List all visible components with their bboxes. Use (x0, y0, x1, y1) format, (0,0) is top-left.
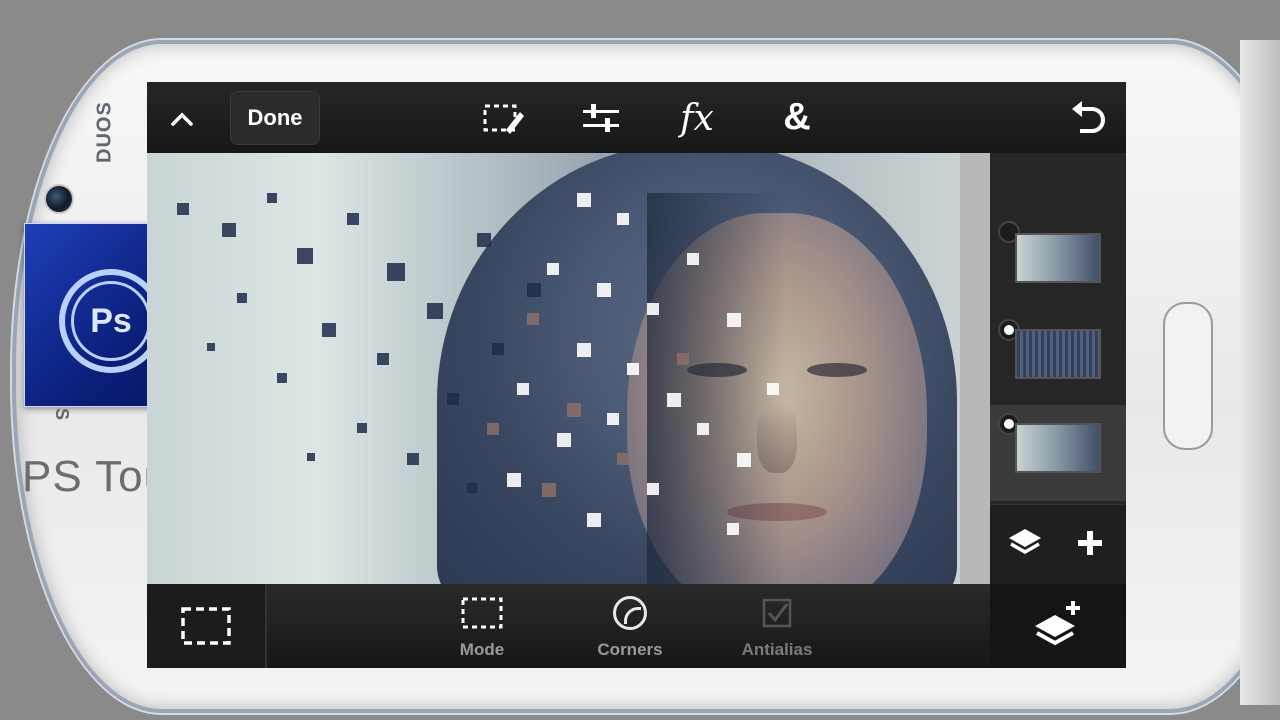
add-layer-icon[interactable] (990, 584, 1126, 668)
front-camera (44, 184, 74, 214)
layer-item[interactable] (990, 309, 1126, 405)
corners-label: Corners (597, 640, 663, 659)
add-icon[interactable] (1070, 523, 1110, 563)
bottom-toolbar: Mode Corners Antialias (147, 584, 990, 668)
undo-icon[interactable] (1068, 98, 1108, 138)
top-toolbar: Done fx & (147, 82, 1126, 153)
mode-icon (461, 597, 503, 629)
dispersion-particles (177, 193, 779, 535)
app-screen: Done fx & Mode Corners Antialias (147, 82, 1126, 668)
blend-icon[interactable]: & (777, 94, 817, 140)
layers-stack-icon[interactable] (1005, 523, 1045, 563)
brand-text: DUOS (93, 101, 116, 163)
mode-label: Mode (459, 640, 505, 659)
layer-thumbnail (1015, 329, 1101, 379)
layer-ops (990, 504, 1126, 585)
mode-tool[interactable]: Mode (432, 596, 532, 662)
logo-text: Ps (71, 281, 151, 361)
antialias-tool[interactable]: Antialias (727, 596, 827, 662)
fx-icon[interactable]: fx (677, 96, 717, 140)
layer-item[interactable] (990, 153, 1126, 283)
marquee-icon[interactable] (147, 584, 267, 668)
done-button[interactable]: Done (230, 91, 320, 145)
layer-item[interactable] (990, 405, 1126, 501)
adjustments-icon[interactable] (581, 100, 621, 138)
antialias-icon (762, 598, 792, 628)
phone-edge (1240, 40, 1280, 705)
image-canvas[interactable] (147, 153, 990, 584)
chevron-up-icon[interactable] (165, 102, 199, 136)
corners-tool[interactable]: Corners (580, 596, 680, 662)
side-text: S (52, 408, 72, 421)
layer-thumbnail (1015, 233, 1101, 283)
home-button[interactable] (1163, 302, 1213, 450)
selection-tool-icon[interactable] (482, 100, 526, 138)
canvas-edge (960, 153, 990, 584)
layer-thumbnail (1015, 423, 1101, 473)
corners-icon (613, 596, 647, 630)
antialias-label: Antialias (741, 640, 813, 659)
